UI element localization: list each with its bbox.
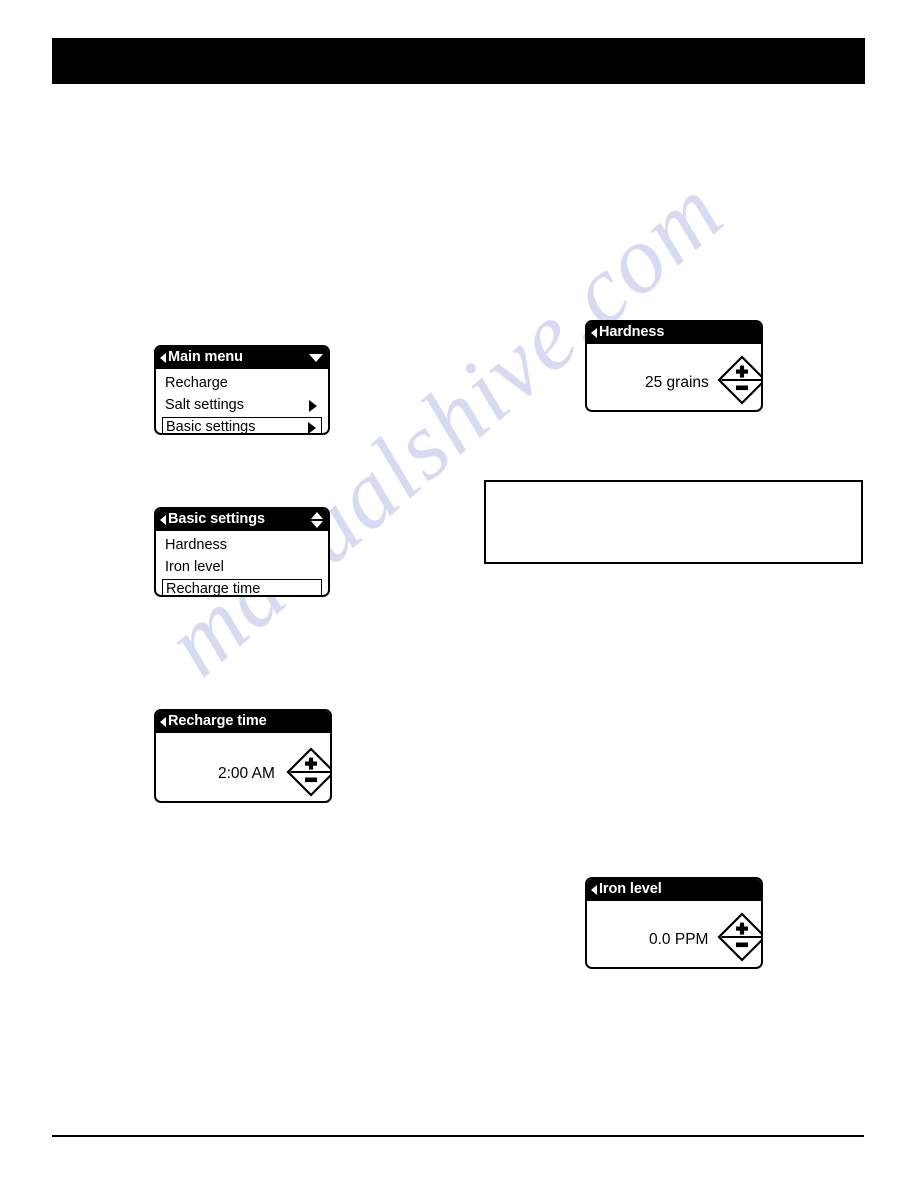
lcd-title-label: Recharge time: [168, 713, 267, 730]
lcd-title-label: Basic settings: [168, 511, 265, 528]
menu-item-label: Basic settings: [166, 419, 256, 435]
lcd-menu-list-basic-settings: Hardness Iron level Recharge time: [156, 531, 328, 597]
chevron-up-down-icon[interactable]: [311, 512, 323, 528]
back-arrow-icon[interactable]: [591, 328, 597, 338]
lcd-value-body-hardness: 25 grains: [587, 344, 761, 410]
menu-item-label: Recharge time: [166, 581, 261, 597]
footer-rule: [52, 1135, 864, 1137]
lcd-title-bar-recharge-time: Recharge time: [156, 711, 330, 733]
menu-item-recharge[interactable]: Recharge: [162, 373, 322, 394]
menu-item-label: Hardness: [165, 537, 228, 554]
chevron-right-icon: [309, 399, 317, 412]
lcd-title-label: Hardness: [599, 324, 665, 341]
back-arrow-icon[interactable]: [160, 353, 166, 363]
plus-minus-control[interactable]: [717, 912, 761, 967]
lcd-screen-main-menu: Main menu Recharge Salt settings Basic s…: [154, 345, 330, 435]
back-arrow-icon[interactable]: [591, 885, 597, 895]
lcd-value-body-iron-level: 0.0 PPM: [587, 901, 761, 967]
back-arrow-icon[interactable]: [160, 515, 166, 525]
plus-minus-control[interactable]: [717, 355, 761, 410]
menu-item-hardness[interactable]: Hardness: [162, 535, 322, 556]
hardness-value: 25 grains: [645, 374, 709, 391]
menu-item-salt-settings[interactable]: Salt settings: [162, 395, 322, 416]
lcd-title-bar-iron-level: Iron level: [587, 879, 761, 901]
lcd-screen-hardness: Hardness 25 grains: [585, 320, 763, 412]
back-arrow-icon[interactable]: [160, 717, 166, 727]
plus-minus-control[interactable]: [286, 747, 330, 801]
menu-item-label: Recharge: [165, 375, 228, 392]
lcd-title-label: Iron level: [599, 881, 662, 898]
lcd-screen-recharge-time: Recharge time 2:00 AM: [154, 709, 332, 803]
menu-item-iron-level[interactable]: Iron level: [162, 557, 322, 578]
menu-item-label: Iron level: [165, 559, 224, 576]
menu-item-basic-settings[interactable]: Basic settings: [162, 417, 322, 435]
iron-level-value: 0.0 PPM: [649, 931, 709, 948]
lcd-value-body-recharge-time: 2:00 AM: [156, 733, 330, 801]
chevron-down-icon: [311, 521, 323, 528]
chevron-right-icon: [308, 421, 316, 433]
lcd-title-bar-main-menu: Main menu: [156, 347, 328, 369]
lcd-screen-iron-level: Iron level 0.0 PPM: [585, 877, 763, 969]
menu-item-label: Salt settings: [165, 397, 244, 414]
lcd-screen-basic-settings: Basic settings Hardness Iron level Recha…: [154, 507, 330, 597]
chevron-down-icon[interactable]: [309, 354, 323, 362]
chevron-up-icon: [311, 512, 323, 519]
lcd-title-label: Main menu: [168, 349, 243, 366]
lcd-title-bar-hardness: Hardness: [587, 322, 761, 344]
recharge-time-value: 2:00 AM: [218, 765, 275, 782]
menu-item-recharge-time[interactable]: Recharge time: [162, 579, 322, 597]
page-header-bar: [52, 38, 865, 84]
lcd-menu-list-main-menu: Recharge Salt settings Basic settings: [156, 369, 328, 435]
lcd-title-bar-basic-settings: Basic settings: [156, 509, 328, 531]
callout-box: [484, 480, 863, 564]
